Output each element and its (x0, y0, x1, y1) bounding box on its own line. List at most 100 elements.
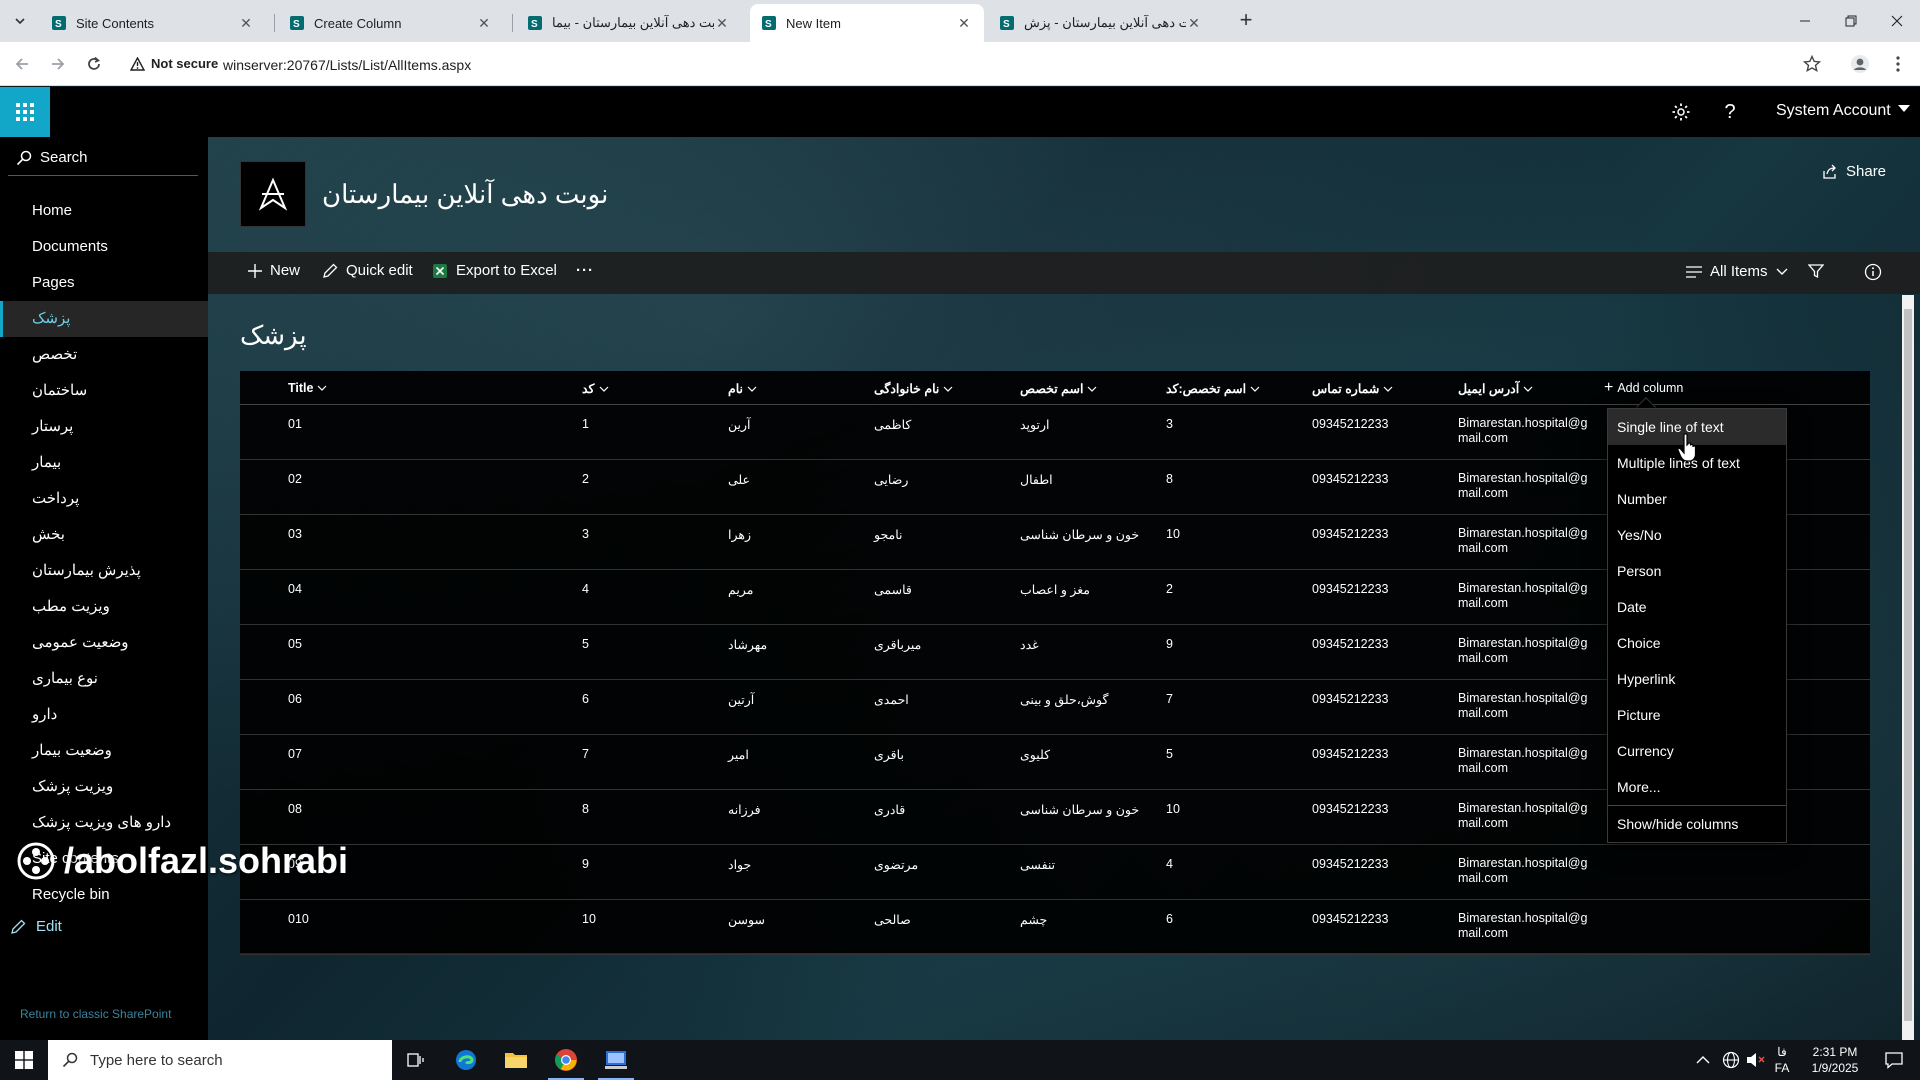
browser-tab-active[interactable]: S New Item ✕ (750, 4, 984, 42)
share-button[interactable]: Share (1822, 163, 1886, 180)
table-row[interactable]: 010 10 سوسن صالحی چشم 6 09345212233 Bimarestan.… (240, 900, 1870, 955)
nav-item[interactable]: وضعیت عمومی (0, 625, 208, 661)
help-icon[interactable]: ? (1717, 99, 1743, 125)
menu-item[interactable]: Choice (1608, 625, 1786, 661)
menu-item[interactable]: Number (1608, 481, 1786, 517)
nav-edit-link[interactable]: Edit (10, 918, 62, 935)
browser-tab[interactable]: S Site Contents ✕ (40, 4, 266, 42)
nav-item[interactable]: ساختمان (0, 373, 208, 409)
quick-edit-button[interactable]: Quick edit (322, 262, 413, 279)
browser-tab[interactable]: S نوبت دهی آنلاین بیمارستان - پزش ✕ (988, 4, 1214, 42)
site-title[interactable]: نوبت دهی آنلاین بیمارستان (322, 179, 608, 210)
more-commands-ellipsis-icon[interactable]: ··· (576, 262, 594, 279)
edge-browser-icon[interactable] (442, 1040, 490, 1080)
column-header[interactable]: اسم تخصص:کد (1166, 381, 1260, 396)
browser-tab[interactable]: S Create Column ✕ (278, 4, 504, 42)
menu-item[interactable]: Date (1608, 589, 1786, 625)
menu-item[interactable]: More... (1608, 769, 1786, 805)
info-icon[interactable] (1864, 263, 1882, 281)
reload-icon[interactable] (80, 50, 108, 78)
volume-muted-icon[interactable] (1746, 1040, 1766, 1080)
nav-item[interactable]: دارو (0, 697, 208, 733)
chrome-taskbar-icon[interactable] (542, 1040, 590, 1080)
close-window-icon[interactable] (1874, 0, 1920, 42)
notification-center-icon[interactable] (1876, 1040, 1912, 1080)
restore-icon[interactable] (1828, 0, 1874, 42)
column-header[interactable]: کد (582, 381, 609, 396)
input-language[interactable]: فا FA (1770, 1044, 1794, 1076)
minimize-icon[interactable] (1782, 0, 1828, 42)
nav-item[interactable]: تخصص (0, 337, 208, 373)
export-excel-button[interactable]: Export to Excel (432, 262, 557, 279)
nav-item[interactable]: Home (0, 193, 208, 229)
tray-overflow-chevron-icon[interactable] (1696, 1040, 1710, 1080)
table-cell-title[interactable]: 03 (288, 527, 302, 541)
nav-item[interactable]: پرداخت (0, 481, 208, 517)
nav-search[interactable]: Search (16, 149, 88, 166)
nav-item[interactable]: دارو های ویزیت پزشک (0, 805, 208, 841)
caret-down-icon[interactable] (1898, 105, 1910, 113)
menu-item[interactable]: Hyperlink (1608, 661, 1786, 697)
account-name[interactable]: System Account (1776, 102, 1891, 120)
show-hide-columns-item[interactable]: Show/hide columns (1608, 806, 1786, 842)
column-header[interactable]: نام خانوادگی (874, 381, 953, 396)
network-globe-icon[interactable] (1722, 1040, 1740, 1080)
omnibox[interactable]: Not secure winserver:20767/Lists/List/Al… (120, 47, 1820, 81)
column-header[interactable]: نام (728, 381, 757, 396)
security-indicator[interactable]: Not secure (130, 56, 218, 71)
table-cell-title[interactable]: 02 (288, 472, 302, 486)
site-logo-icon[interactable] (240, 161, 306, 227)
table-cell-title[interactable]: 05 (288, 637, 302, 651)
tab-close-icon[interactable]: ✕ (956, 15, 972, 31)
task-view-icon[interactable] (392, 1040, 440, 1080)
url-text[interactable]: winserver:20767/Lists/List/AllItems.aspx (223, 57, 471, 73)
tab-close-icon[interactable]: ✕ (714, 15, 730, 31)
nav-item[interactable]: Pages (0, 265, 208, 301)
tab-close-icon[interactable]: ✕ (476, 15, 492, 31)
column-header[interactable]: آدرس ایمیل (1458, 381, 1533, 396)
view-selector[interactable]: All Items (1686, 263, 1788, 280)
windows-start-icon[interactable] (0, 1040, 48, 1080)
nav-item-selected[interactable]: پزشک (0, 301, 208, 337)
table-cell-title[interactable]: 06 (288, 692, 302, 706)
filter-icon[interactable] (1808, 263, 1824, 279)
app-launcher-waffle-icon[interactable] (0, 87, 50, 137)
menu-item[interactable]: Picture (1608, 697, 1786, 733)
forward-arrow-icon[interactable] (44, 50, 72, 78)
nav-item[interactable]: بخش (0, 517, 208, 553)
new-tab-button[interactable]: + (1233, 8, 1259, 34)
browser-tab[interactable]: S نوبت دهی آنلاین بیمارستان - بیما ✕ (516, 4, 742, 42)
tab-close-icon[interactable]: ✕ (1186, 15, 1202, 31)
taskbar-search-box[interactable]: Type here to search (48, 1040, 392, 1080)
menu-item[interactable]: Person (1608, 553, 1786, 589)
table-row[interactable]: 09 9 جواد مرتضوی تنفسی 4 09345212233 Bimarestan… (240, 845, 1870, 900)
return-classic-link[interactable]: Return to classic SharePoint (20, 1007, 171, 1021)
nav-item[interactable]: وضعیت بیمار (0, 733, 208, 769)
nav-item[interactable]: پذیرش بیمارستان (0, 553, 208, 589)
table-cell-title[interactable]: 04 (288, 582, 302, 596)
menu-item[interactable]: Currency (1608, 733, 1786, 769)
bookmark-star-icon[interactable] (1798, 50, 1826, 78)
column-header[interactable]: اسم تخصص (1020, 381, 1097, 396)
column-header[interactable]: Title (288, 381, 327, 395)
nav-item[interactable]: Documents (0, 229, 208, 265)
back-arrow-icon[interactable] (8, 50, 36, 78)
nav-item[interactable]: بیمار (0, 445, 208, 481)
table-cell-title[interactable]: 01 (288, 417, 302, 431)
profile-icon[interactable] (1846, 50, 1874, 78)
table-cell-title[interactable]: 010 (288, 912, 309, 926)
menu-item[interactable]: Yes/No (1608, 517, 1786, 553)
server-manager-icon[interactable] (592, 1040, 640, 1080)
nav-item[interactable]: ویزیت مطب (0, 589, 208, 625)
column-header[interactable]: شماره تماس (1312, 381, 1393, 396)
nav-item[interactable]: پرستار (0, 409, 208, 445)
file-explorer-icon[interactable] (492, 1040, 540, 1080)
table-cell-title[interactable]: 08 (288, 802, 302, 816)
chrome-menu-icon[interactable] (1884, 50, 1912, 78)
new-button[interactable]: New (248, 262, 300, 279)
taskbar-clock[interactable]: 2:31 PM 1/9/2025 (1796, 1044, 1874, 1076)
vertical-scrollbar[interactable] (1902, 295, 1914, 1040)
nav-item[interactable]: ویزیت پزشک (0, 769, 208, 805)
table-cell-title[interactable]: 07 (288, 747, 302, 761)
nav-item[interactable]: نوع بیماری (0, 661, 208, 697)
